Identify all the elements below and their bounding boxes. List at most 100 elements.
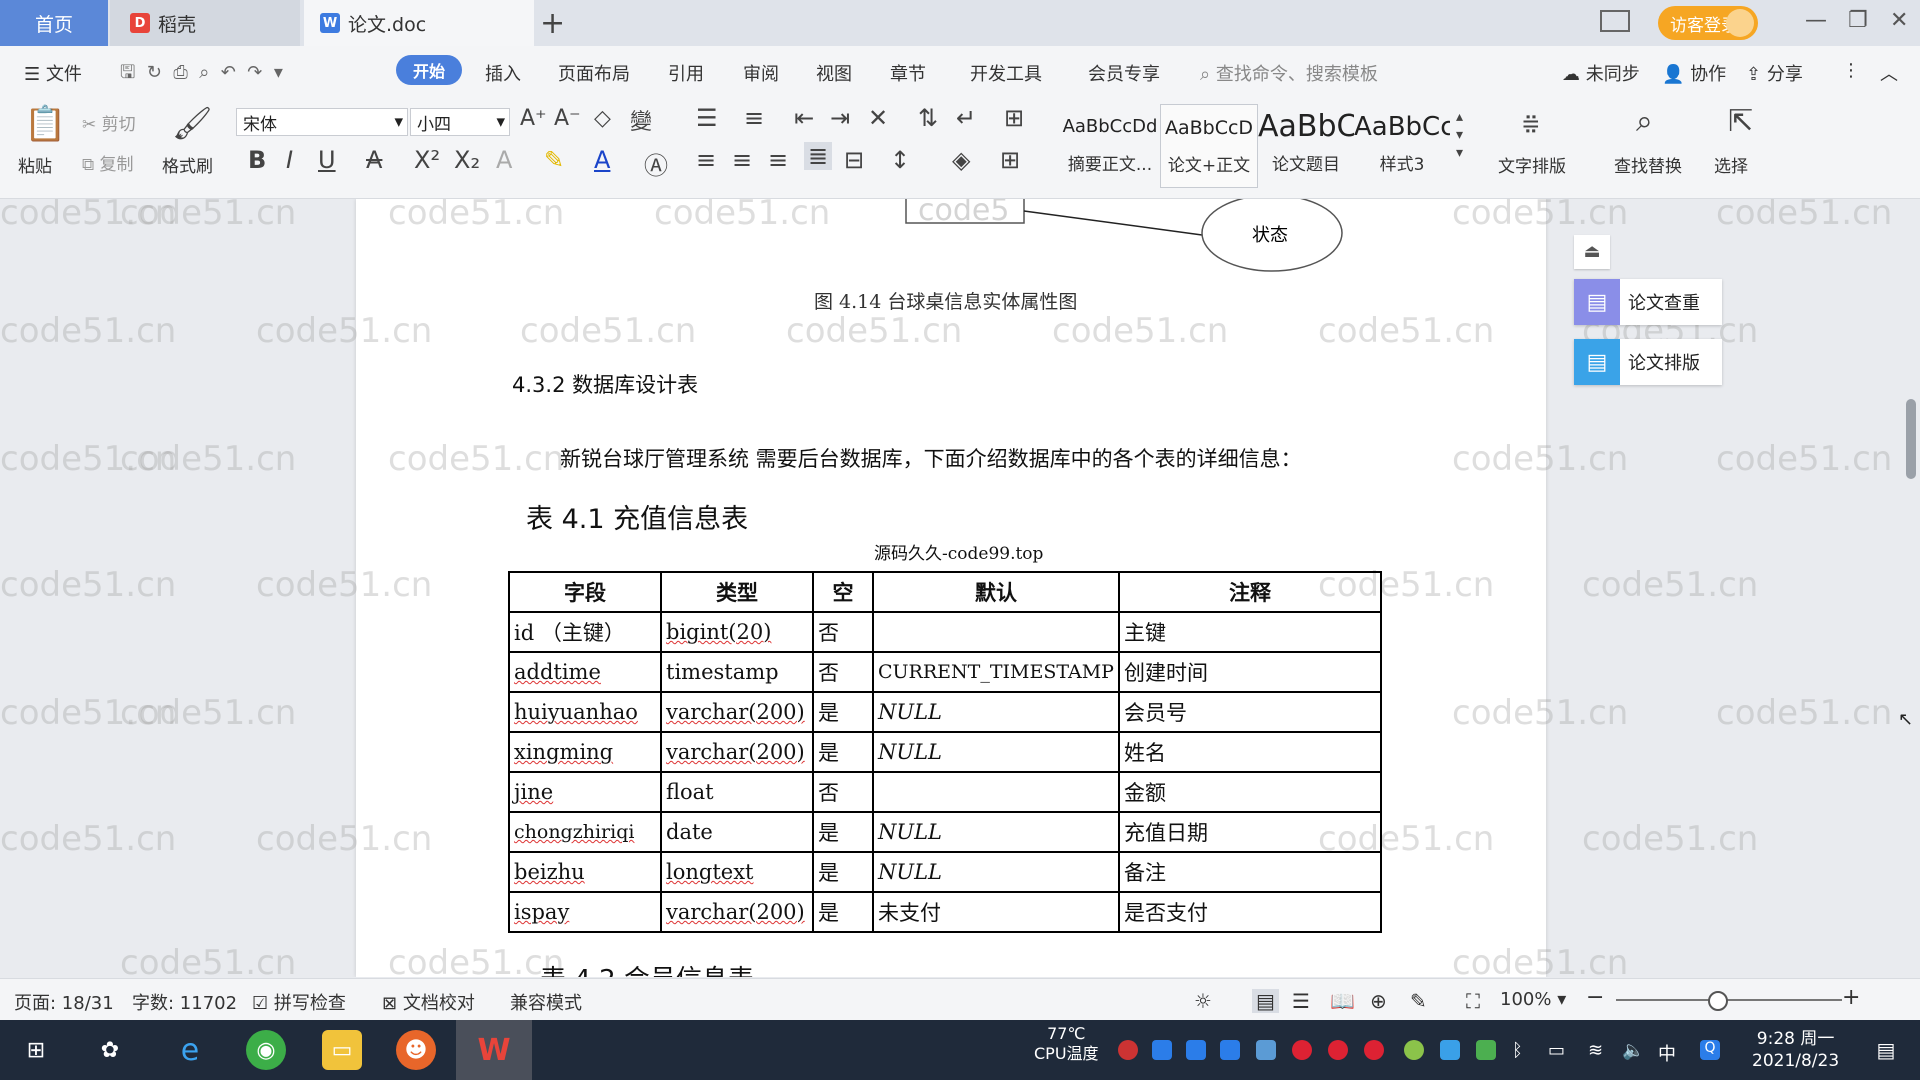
font-color-icon[interactable]: A [594, 146, 610, 174]
distribute-icon[interactable]: ⊟ [844, 146, 864, 174]
format-painter-button[interactable]: 格式刷 [162, 152, 213, 177]
menu-view[interactable]: 视图 [816, 60, 852, 86]
border-icon[interactable]: ⊞ [1000, 146, 1020, 174]
vertical-scrollbar-thumb[interactable] [1906, 399, 1916, 479]
quick-access-toolbar[interactable]: 🖫 ↻ ⎙ ⌕ ↶ ↷ ▾ [120, 60, 283, 90]
underline-icon[interactable]: U [318, 146, 336, 174]
undo-icon[interactable]: ↶ [221, 62, 236, 83]
page-view-icon[interactable]: ▤ [1252, 989, 1279, 1013]
tray-app-icon[interactable] [1220, 1040, 1240, 1060]
line-spacing-icon[interactable]: ↕ [890, 146, 910, 174]
shield-icon[interactable] [1256, 1040, 1276, 1060]
char-border-icon[interactable]: Ⓐ [644, 146, 668, 181]
text-layout-button[interactable]: 文字排版 [1498, 152, 1566, 177]
superscript-icon[interactable]: X² [414, 146, 440, 174]
styles-scroll-icon[interactable]: ▴ ▾ ▾ [1456, 108, 1463, 162]
align-right-icon[interactable]: ≡ [768, 146, 788, 174]
paste-button[interactable]: 粘贴 [18, 152, 52, 177]
search-app-icon[interactable]: Q [1700, 1040, 1720, 1060]
cursor-select-icon[interactable]: ⇱ [1728, 104, 1753, 139]
cut-button[interactable]: ✂ 剪切 [82, 110, 136, 135]
restore-icon[interactable]: ❐ [1848, 8, 1868, 33]
panel-toggle-icon[interactable]: ⏏ [1574, 235, 1610, 269]
select-button[interactable]: 选择 [1714, 152, 1748, 177]
file-menu[interactable]: ☰ 文件 [24, 60, 82, 86]
menu-insert[interactable]: 插入 [485, 60, 521, 86]
export-icon[interactable]: ↻ [147, 62, 162, 83]
save-icon[interactable]: 🖫 [120, 62, 135, 83]
spell-check-button[interactable]: ☑ 拼写检查 [252, 989, 346, 1015]
align-left-icon[interactable]: ≡ [696, 146, 716, 174]
nvidia-icon[interactable] [1476, 1040, 1496, 1060]
pinwheel-app-icon[interactable]: ✿ [90, 1030, 130, 1070]
search-icon[interactable]: ⌕ [1636, 104, 1653, 139]
tray-app-icon[interactable] [1186, 1040, 1206, 1060]
wps-taskbar-icon[interactable]: W [456, 1020, 532, 1080]
clock[interactable]: 9:28 周一 2021/8/23 [1752, 1028, 1839, 1072]
preview-icon[interactable]: ⌕ [199, 62, 209, 83]
outline-view-icon[interactable]: ☰ [1292, 989, 1310, 1013]
shading-icon[interactable]: ◈ [952, 146, 970, 174]
zoom-out-icon[interactable]: − [1586, 985, 1604, 1010]
reading-view-icon[interactable]: 📖 [1330, 989, 1355, 1013]
eye-protect-icon[interactable]: ☼ [1194, 989, 1212, 1013]
italic-icon[interactable]: I [286, 146, 293, 174]
more-icon[interactable]: ⋮ [1842, 60, 1860, 81]
menu-start[interactable]: 开始 [396, 55, 462, 85]
menu-page-layout[interactable]: 页面布局 [558, 60, 630, 86]
qq-icon[interactable] [1364, 1040, 1384, 1060]
phonetic-icon[interactable]: 變 [630, 104, 652, 136]
clear-format-icon[interactable]: ◇ [594, 106, 611, 131]
cpu-temp-widget[interactable]: 77℃ CPU温度 [1034, 1024, 1099, 1064]
font-grow-icon[interactable]: A⁺ [520, 106, 547, 131]
menu-chapter[interactable]: 章节 [890, 60, 926, 86]
minimize-icon[interactable]: — [1805, 8, 1827, 33]
web-view-icon[interactable]: ⊕ [1370, 989, 1387, 1013]
menu-member[interactable]: 会员专享 [1088, 60, 1160, 86]
wifi-icon[interactable]: ≋ [1588, 1040, 1608, 1061]
font-name-select[interactable]: 宋体 ▾ [236, 108, 408, 136]
ie-browser-icon[interactable]: e [170, 1030, 210, 1070]
zoom-slider-thumb[interactable] [1708, 991, 1728, 1011]
paste-icon[interactable]: 📋 [24, 104, 66, 144]
proofread-button[interactable]: ⊠ 文档校对 [382, 989, 475, 1015]
style-3[interactable]: AaBbCc 样式3 [1354, 104, 1450, 186]
highlight-icon[interactable]: ✎ [544, 146, 564, 174]
sort-icon[interactable]: ⇅ [918, 104, 938, 132]
zoom-in-icon[interactable]: + [1842, 985, 1860, 1010]
menu-developer[interactable]: 开发工具 [970, 60, 1042, 86]
tray-app-icon[interactable] [1404, 1040, 1424, 1060]
windows-start-icon[interactable]: ⊞ [16, 1030, 56, 1070]
bird-app-icon[interactable]: ☻ [396, 1030, 436, 1070]
subscript-icon[interactable]: X₂ [454, 146, 480, 174]
sync-status[interactable]: ☁ 未同步 [1562, 60, 1640, 86]
align-center-icon[interactable]: ≡ [732, 146, 752, 174]
style-thesis-title[interactable]: AaBbC 论文题目 [1258, 104, 1354, 186]
fit-page-icon[interactable]: ⛶ [1466, 989, 1480, 1013]
bold-icon[interactable]: B [248, 146, 266, 174]
close-icon[interactable]: ✕ [1890, 8, 1908, 33]
numbered-list-icon[interactable]: ≡ [744, 104, 764, 132]
justify-icon[interactable]: ≣ [804, 142, 833, 170]
strikethrough-icon[interactable]: A [366, 146, 382, 174]
zoom-slider-track[interactable] [1616, 999, 1842, 1001]
tab-document[interactable]: W 论文.doc [304, 0, 534, 46]
browser-360-icon[interactable]: ◉ [246, 1030, 286, 1070]
tray-app-icon[interactable] [1118, 1040, 1138, 1060]
battery-icon[interactable]: ▭ [1548, 1040, 1568, 1061]
table-icon[interactable]: ⊞ [1004, 104, 1024, 132]
tray-app-icon[interactable] [1440, 1040, 1460, 1060]
chinese-layout-icon[interactable]: ✕ [868, 104, 888, 132]
font-size-select[interactable]: 小四 ▾ [410, 108, 510, 136]
menu-reference[interactable]: 引用 [668, 60, 704, 86]
pen-icon[interactable]: ✎ [1410, 989, 1427, 1013]
tab-daoke[interactable]: D 稻壳 [110, 0, 300, 46]
print-icon[interactable]: ⎙ [173, 62, 187, 83]
visitor-login-button[interactable]: 访客登录 [1658, 6, 1758, 40]
qq-icon[interactable] [1328, 1040, 1348, 1060]
redo-icon[interactable]: ↷ [247, 62, 262, 83]
chevron-down-icon[interactable]: ▾ [274, 62, 283, 83]
format-painter-icon[interactable]: 🖌 [172, 104, 213, 142]
collapse-ribbon-icon[interactable]: ︿ [1880, 60, 1898, 86]
find-replace-button[interactable]: 查找替换 [1614, 152, 1682, 177]
